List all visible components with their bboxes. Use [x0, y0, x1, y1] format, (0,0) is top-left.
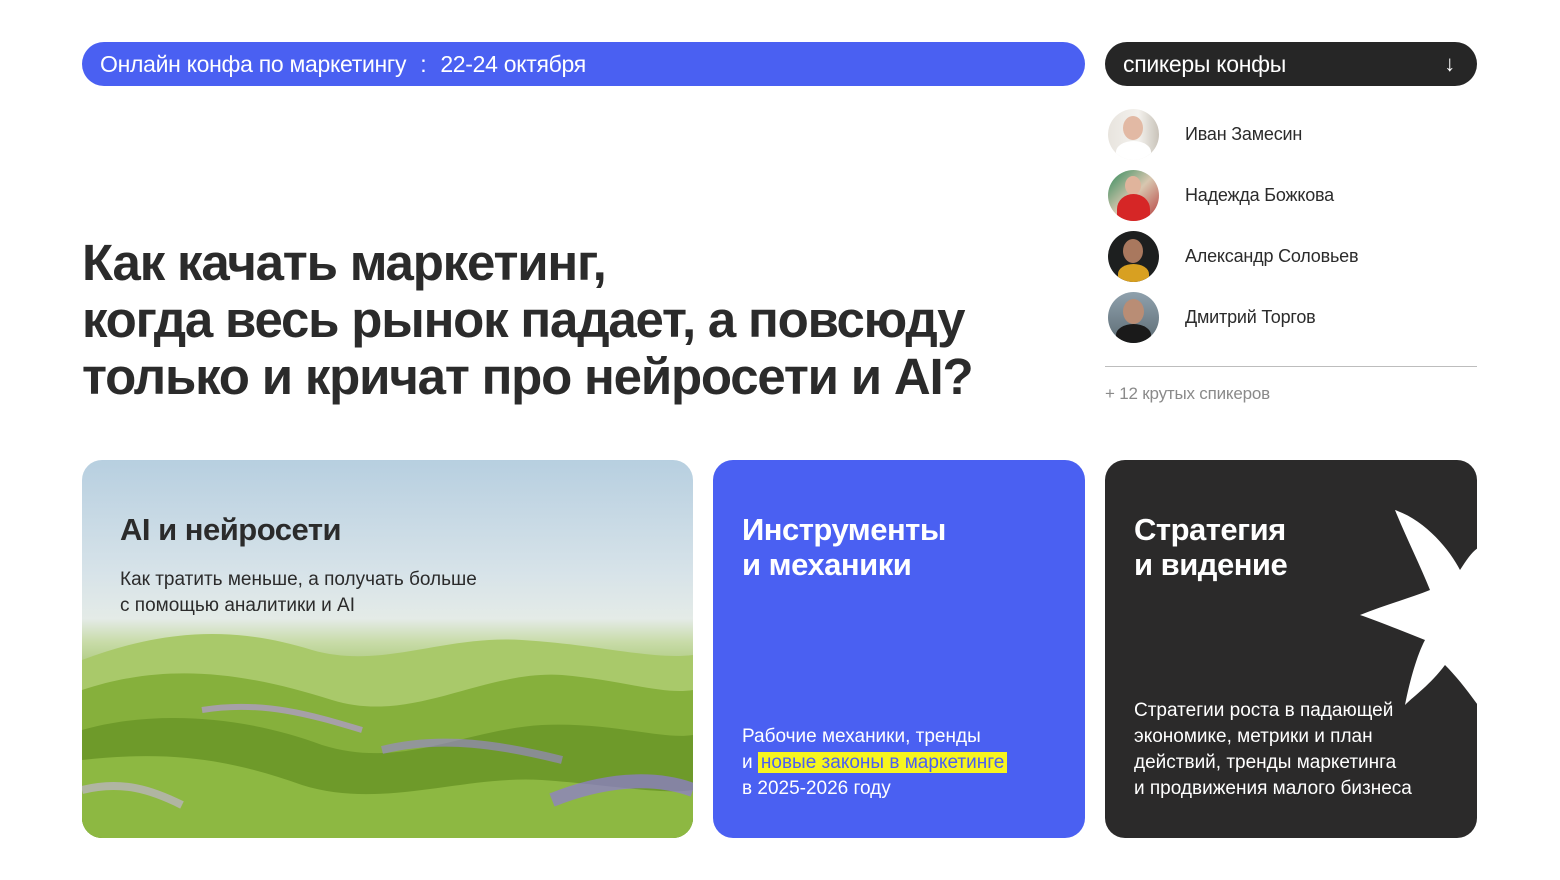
avatar [1108, 109, 1159, 160]
avatar [1108, 292, 1159, 343]
speaker-item[interactable]: Иван Замесин [1108, 109, 1477, 160]
card-strategy-desc-line: действий, тренды маркетинга [1134, 752, 1397, 773]
card-tools[interactable]: Инструменты и механики Рабочие механики,… [713, 460, 1085, 838]
card-tools-desc-line: в 2025-2026 году [742, 778, 891, 799]
card-ai-title: AI и нейросети [120, 512, 342, 547]
speaker-name: Иван Замесин [1185, 124, 1303, 144]
event-dates: 22-24 октября [440, 50, 586, 77]
speaker-item[interactable]: Надежда Божкова [1108, 170, 1477, 221]
card-tools-desc-line: Рабочие механики, тренды [742, 726, 981, 747]
card-tools-description: Рабочие механики, тренды и новые законы … [742, 724, 1062, 802]
speakers-button-label: спикеры конфы [1123, 50, 1286, 77]
card-strategy-desc-line: Стратегии роста в падающей [1134, 700, 1394, 721]
speaker-name: Александр Соловьев [1185, 246, 1359, 266]
card-ai[interactable]: AI и нейросети Как тратить меньше, а пол… [82, 460, 693, 838]
speaker-item[interactable]: Александр Соловьев [1108, 231, 1477, 282]
card-strategy-desc-line: и продвижения малого бизнеса [1134, 778, 1412, 799]
card-strategy-title-line: Стратегия [1134, 512, 1286, 547]
speaker-name: Надежда Божкова [1185, 185, 1334, 205]
card-tools-title-line: и механики [742, 547, 912, 582]
page-title: Как качать маркетинг, когда весь рынок п… [82, 234, 1082, 405]
speakers-divider [1105, 366, 1477, 367]
card-ai-subtitle: Как тратить меньше, а получать больше с … [120, 567, 540, 619]
card-tools-title: Инструменты и механики [742, 512, 946, 582]
card-strategy-desc-line: экономике, метрики и план [1134, 726, 1373, 747]
highlight-badge: новые законы в маркетинге [757, 752, 1008, 773]
arrow-down-icon: ↓ [1444, 51, 1455, 76]
card-strategy-description: Стратегии роста в падающей экономике, ме… [1134, 698, 1454, 802]
event-title: Онлайн конфа по маркетингу [100, 50, 407, 77]
star-icon [1360, 510, 1477, 705]
event-banner: Онлайн конфа по маркетингу : 22-24 октяб… [82, 42, 1085, 86]
card-tools-desc-line: и новые законы в маркетинге [742, 750, 1062, 776]
card-ai-subtitle-line: Как тратить меньше, а получать больше [120, 569, 477, 590]
card-ai-subtitle-line: с помощью аналитики и AI [120, 595, 356, 616]
speaker-name: Дмитрий Торгов [1185, 307, 1316, 327]
avatar [1108, 231, 1159, 282]
speaker-item[interactable]: Дмитрий Торгов [1108, 292, 1477, 343]
card-strategy-title-line: и видение [1134, 547, 1288, 582]
headline-line: только и кричат про нейросети и AI? [82, 348, 974, 405]
avatar [1108, 170, 1159, 221]
headline-line: Как качать маркетинг, [82, 234, 607, 291]
speaker-list: Иван Замесин Надежда Божкова Александр С… [1108, 109, 1477, 353]
card-strategy-title: Стратегия и видение [1134, 512, 1288, 582]
event-separator: : [420, 50, 427, 77]
card-tools-desc-prefix: и [742, 752, 753, 773]
card-tools-title-line: Инструменты [742, 512, 946, 547]
headline-line: когда весь рынок падает, а повсюду [82, 291, 965, 348]
card-strategy[interactable]: Стратегия и видение Стратегии роста в па… [1105, 460, 1477, 838]
more-speakers-link[interactable]: + 12 крутых спикеров [1105, 384, 1270, 404]
speakers-button[interactable]: спикеры конфы ↓ [1105, 42, 1477, 86]
